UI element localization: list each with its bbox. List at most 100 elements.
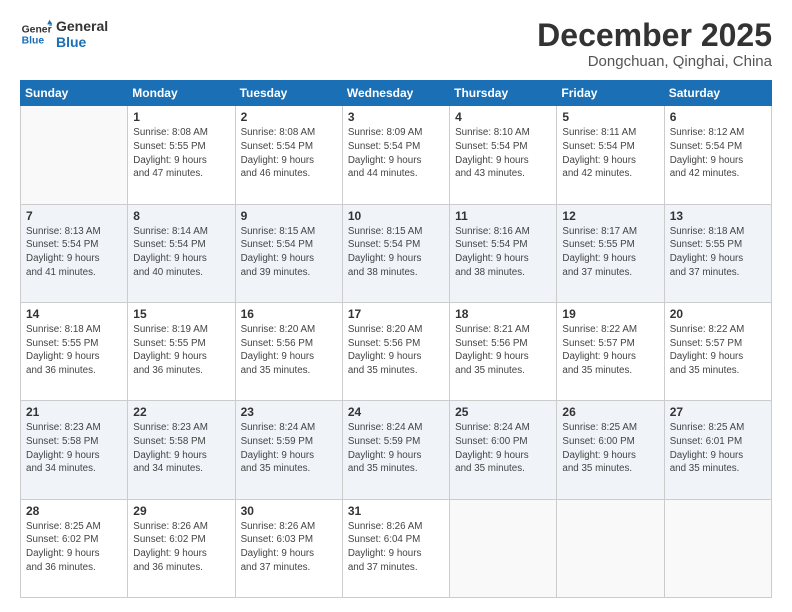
day-cell bbox=[557, 499, 664, 597]
svg-text:General: General bbox=[22, 24, 52, 35]
col-header-saturday: Saturday bbox=[664, 81, 771, 106]
month-title: December 2025 bbox=[537, 18, 772, 53]
day-cell: 28 Sunrise: 8:25 AMSunset: 6:02 PMDayligh… bbox=[21, 499, 128, 597]
logo-icon: General Blue bbox=[20, 18, 52, 50]
day-number: 5 bbox=[562, 110, 658, 124]
day-cell: 27 Sunrise: 8:25 AMSunset: 6:01 PMDayligh… bbox=[664, 401, 771, 499]
day-info: Sunrise: 8:26 AMSunset: 6:02 PMDaylight:… bbox=[133, 520, 229, 575]
day-info: Sunrise: 8:19 AMSunset: 5:55 PMDaylight:… bbox=[133, 323, 229, 378]
day-info: Sunrise: 8:25 AMSunset: 6:00 PMDaylight:… bbox=[562, 421, 658, 476]
header: General Blue General Blue December 2025 … bbox=[20, 18, 772, 70]
col-header-friday: Friday bbox=[557, 81, 664, 106]
day-info: Sunrise: 8:08 AMSunset: 5:55 PMDaylight:… bbox=[133, 126, 229, 181]
day-cell: 2Sunrise: 8:08 AMSunset: 5:54 PMDaylight… bbox=[235, 106, 342, 204]
col-header-tuesday: Tuesday bbox=[235, 81, 342, 106]
day-cell: 18Sunrise: 8:21 AMSunset: 5:56 PMDayligh… bbox=[450, 302, 557, 400]
logo: General Blue General Blue bbox=[20, 18, 108, 50]
day-info: Sunrise: 8:11 AMSunset: 5:54 PMDaylight:… bbox=[562, 126, 658, 181]
day-info: Sunrise: 8:22 AMSunset: 5:57 PMDaylight:… bbox=[670, 323, 766, 378]
day-cell: 4 Sunrise: 8:10 AMSunset: 5:54 PMDaylight… bbox=[450, 106, 557, 204]
day-number: 27 bbox=[670, 405, 766, 419]
day-cell: 16 Sunrise: 8:20 AMSunset: 5:56 PMDayligh… bbox=[235, 302, 342, 400]
day-cell: 1 Sunrise: 8:08 AMSunset: 5:55 PMDaylight… bbox=[128, 106, 235, 204]
day-cell: 19 Sunrise: 8:22 AMSunset: 5:57 PMDayligh… bbox=[557, 302, 664, 400]
day-cell: 13 Sunrise: 8:18 AMSunset: 5:55 PMDayligh… bbox=[664, 204, 771, 302]
day-number: 31 bbox=[348, 504, 444, 518]
day-info: Sunrise: 8:12 AMSunset: 5:54 PMDaylight:… bbox=[670, 126, 766, 181]
day-info: Sunrise: 8:18 AMSunset: 5:55 PMDaylight:… bbox=[26, 323, 122, 378]
col-header-wednesday: Wednesday bbox=[342, 81, 449, 106]
day-info: Sunrise: 8:23 AMSunset: 5:58 PMDaylight:… bbox=[133, 421, 229, 476]
day-number: 1 bbox=[133, 110, 229, 124]
day-number: 24 bbox=[348, 405, 444, 419]
day-number: 6 bbox=[670, 110, 766, 124]
svg-text:Blue: Blue bbox=[22, 36, 45, 47]
page: General Blue General Blue December 2025 … bbox=[0, 0, 792, 612]
day-cell: 15 Sunrise: 8:19 AMSunset: 5:55 PMDayligh… bbox=[128, 302, 235, 400]
day-number: 13 bbox=[670, 209, 766, 223]
day-cell: 3 Sunrise: 8:09 AMSunset: 5:54 PMDaylight… bbox=[342, 106, 449, 204]
day-number: 12 bbox=[562, 209, 658, 223]
day-number: 10 bbox=[348, 209, 444, 223]
day-cell: 12 Sunrise: 8:17 AMSunset: 5:55 PMDayligh… bbox=[557, 204, 664, 302]
day-number: 21 bbox=[26, 405, 122, 419]
day-info: Sunrise: 8:20 AMSunset: 5:56 PMDaylight:… bbox=[241, 323, 337, 378]
day-number: 17 bbox=[348, 307, 444, 321]
day-info: Sunrise: 8:25 AMSunset: 6:02 PMDaylight:… bbox=[26, 520, 122, 575]
day-cell: 22Sunrise: 8:23 AMSunset: 5:58 PMDayligh… bbox=[128, 401, 235, 499]
day-number: 16 bbox=[241, 307, 337, 321]
day-number: 3 bbox=[348, 110, 444, 124]
day-info: Sunrise: 8:10 AMSunset: 5:54 PMDaylight:… bbox=[455, 126, 551, 181]
day-cell: 30 Sunrise: 8:26 AMSunset: 6:03 PMDayligh… bbox=[235, 499, 342, 597]
logo-general: General bbox=[56, 18, 108, 34]
day-info: Sunrise: 8:24 AMSunset: 5:59 PMDaylight:… bbox=[241, 421, 337, 476]
col-header-thursday: Thursday bbox=[450, 81, 557, 106]
day-cell bbox=[664, 499, 771, 597]
day-cell bbox=[450, 499, 557, 597]
day-number: 15 bbox=[133, 307, 229, 321]
day-info: Sunrise: 8:22 AMSunset: 5:57 PMDaylight:… bbox=[562, 323, 658, 378]
day-cell: 21 Sunrise: 8:23 AMSunset: 5:58 PMDayligh… bbox=[21, 401, 128, 499]
day-info: Sunrise: 8:08 AMSunset: 5:54 PMDaylight:… bbox=[241, 126, 337, 181]
day-info: Sunrise: 8:15 AMSunset: 5:54 PMDaylight:… bbox=[241, 225, 337, 280]
day-number: 7 bbox=[26, 209, 122, 223]
day-cell: 26 Sunrise: 8:25 AMSunset: 6:00 PMDayligh… bbox=[557, 401, 664, 499]
day-cell: 23Sunrise: 8:24 AMSunset: 5:59 PMDayligh… bbox=[235, 401, 342, 499]
day-info: Sunrise: 8:25 AMSunset: 6:01 PMDaylight:… bbox=[670, 421, 766, 476]
day-info: Sunrise: 8:23 AMSunset: 5:58 PMDaylight:… bbox=[26, 421, 122, 476]
day-number: 19 bbox=[562, 307, 658, 321]
location: Dongchuan, Qinghai, China bbox=[537, 53, 772, 70]
title-block: December 2025 Dongchuan, Qinghai, China bbox=[537, 18, 772, 70]
day-info: Sunrise: 8:26 AMSunset: 6:04 PMDaylight:… bbox=[348, 520, 444, 575]
week-row-5: 28 Sunrise: 8:25 AMSunset: 6:02 PMDayligh… bbox=[21, 499, 772, 597]
day-cell bbox=[21, 106, 128, 204]
day-info: Sunrise: 8:26 AMSunset: 6:03 PMDaylight:… bbox=[241, 520, 337, 575]
day-info: Sunrise: 8:13 AMSunset: 5:54 PMDaylight:… bbox=[26, 225, 122, 280]
day-cell: 14 Sunrise: 8:18 AMSunset: 5:55 PMDayligh… bbox=[21, 302, 128, 400]
day-number: 4 bbox=[455, 110, 551, 124]
col-header-sunday: Sunday bbox=[21, 81, 128, 106]
day-cell: 25Sunrise: 8:24 AMSunset: 6:00 PMDayligh… bbox=[450, 401, 557, 499]
day-info: Sunrise: 8:09 AMSunset: 5:54 PMDaylight:… bbox=[348, 126, 444, 181]
day-cell: 7 Sunrise: 8:13 AMSunset: 5:54 PMDaylight… bbox=[21, 204, 128, 302]
day-number: 14 bbox=[26, 307, 122, 321]
header-row: SundayMondayTuesdayWednesdayThursdayFrid… bbox=[21, 81, 772, 106]
day-number: 28 bbox=[26, 504, 122, 518]
day-info: Sunrise: 8:21 AMSunset: 5:56 PMDaylight:… bbox=[455, 323, 551, 378]
day-cell: 29 Sunrise: 8:26 AMSunset: 6:02 PMDayligh… bbox=[128, 499, 235, 597]
day-info: Sunrise: 8:18 AMSunset: 5:55 PMDaylight:… bbox=[670, 225, 766, 280]
week-row-3: 14 Sunrise: 8:18 AMSunset: 5:55 PMDayligh… bbox=[21, 302, 772, 400]
day-number: 26 bbox=[562, 405, 658, 419]
day-number: 11 bbox=[455, 209, 551, 223]
day-info: Sunrise: 8:24 AMSunset: 5:59 PMDaylight:… bbox=[348, 421, 444, 476]
day-cell: 10Sunrise: 8:15 AMSunset: 5:54 PMDayligh… bbox=[342, 204, 449, 302]
day-cell: 20 Sunrise: 8:22 AMSunset: 5:57 PMDayligh… bbox=[664, 302, 771, 400]
day-number: 8 bbox=[133, 209, 229, 223]
day-cell: 11Sunrise: 8:16 AMSunset: 5:54 PMDayligh… bbox=[450, 204, 557, 302]
day-number: 30 bbox=[241, 504, 337, 518]
day-info: Sunrise: 8:20 AMSunset: 5:56 PMDaylight:… bbox=[348, 323, 444, 378]
day-info: Sunrise: 8:17 AMSunset: 5:55 PMDaylight:… bbox=[562, 225, 658, 280]
day-number: 29 bbox=[133, 504, 229, 518]
calendar-table: SundayMondayTuesdayWednesdayThursdayFrid… bbox=[20, 80, 772, 598]
day-number: 20 bbox=[670, 307, 766, 321]
